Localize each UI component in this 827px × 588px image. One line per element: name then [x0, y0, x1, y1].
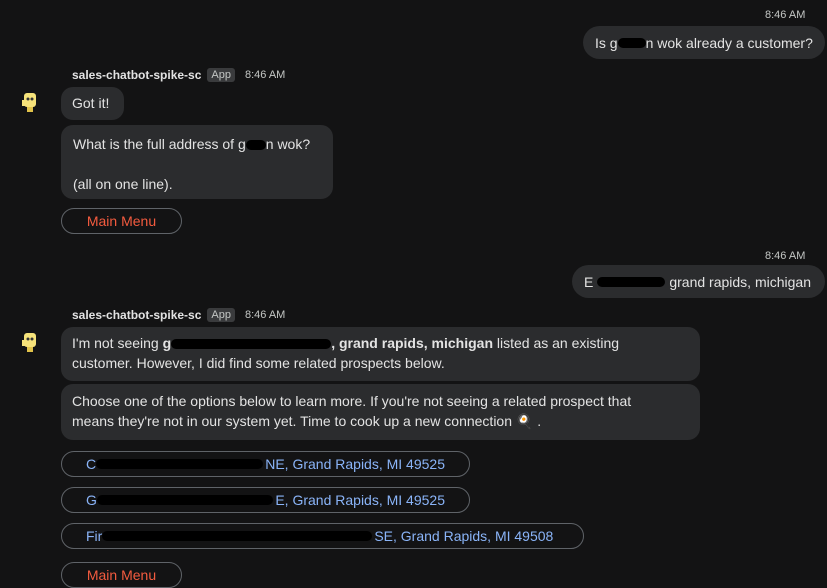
main-menu-button[interactable]: Main Menu	[61, 562, 182, 588]
prospect-button[interactable]: G E, Grand Rapids, MI 49525	[61, 487, 470, 513]
message-text-end: grand rapids, michigan	[669, 273, 811, 290]
message-text-end: n wok already a customer?	[645, 34, 813, 51]
sender-name: sales-chatbot-spike-sc	[72, 68, 202, 82]
redaction-mark	[617, 37, 646, 48]
app-badge: App	[207, 68, 235, 82]
app-badge: App	[207, 308, 235, 322]
redaction-mark	[96, 495, 274, 505]
bot-sender-line: sales-chatbot-spike-sc App 8:46 AM	[72, 308, 285, 322]
main-menu-button[interactable]: Main Menu	[61, 208, 182, 234]
message-text-start: E	[584, 273, 594, 290]
redaction-mark	[96, 459, 264, 469]
bot-message-bubble: Choose one of the options below to learn…	[61, 384, 700, 440]
sender-name: sales-chatbot-spike-sc	[72, 308, 202, 322]
bot-sender-line: sales-chatbot-spike-sc App 8:46 AM	[72, 68, 285, 82]
bot-message-text: What is the full address of g	[73, 136, 246, 152]
bot-message-line: means they're not in our system yet. Tim…	[72, 413, 542, 429]
message-timestamp: 8:46 AM	[765, 250, 806, 262]
bot-message-bubble: I'm not seeing g, grand rapids, michigan…	[61, 327, 700, 381]
message-text-start: Is g	[595, 34, 618, 51]
redaction-mark	[597, 276, 666, 287]
bot-message-text: n wok?	[265, 136, 311, 152]
bot-message-bubble: Got it!	[61, 87, 124, 120]
bot-message-line: I'm not seeing g, grand rapids, michigan…	[72, 335, 620, 351]
prospect-button[interactable]: C NE, Grand Rapids, MI 49525	[61, 451, 470, 477]
user-message: E grand rapids, michigan	[572, 265, 825, 298]
redaction-mark	[102, 531, 373, 541]
bot-avatar-icon	[22, 333, 36, 352]
message-timestamp: 8:46 AM	[244, 69, 286, 81]
message-timestamp: 8:46 AM	[765, 9, 806, 21]
frying-pan-icon: 🍳	[515, 413, 534, 429]
bot-message-bubble: What is the full address of g n wok? (all…	[61, 125, 333, 199]
prospect-button[interactable]: Fir SE, Grand Rapids, MI 49508	[61, 523, 584, 549]
redaction-mark	[171, 339, 332, 350]
bot-message-line: (all on one line).	[73, 176, 173, 192]
user-message: Is g n wok already a customer?	[583, 26, 825, 59]
bot-message-line: customer. However, I did find some relat…	[72, 355, 445, 371]
bot-avatar-icon	[22, 93, 36, 112]
bot-message-line: What is the full address of g n wok?	[73, 134, 321, 154]
redaction-mark	[245, 140, 266, 151]
bot-message-line: Choose one of the options below to learn…	[72, 393, 632, 409]
bot-message-text: Got it!	[72, 95, 110, 111]
message-timestamp: 8:46 AM	[244, 309, 286, 321]
